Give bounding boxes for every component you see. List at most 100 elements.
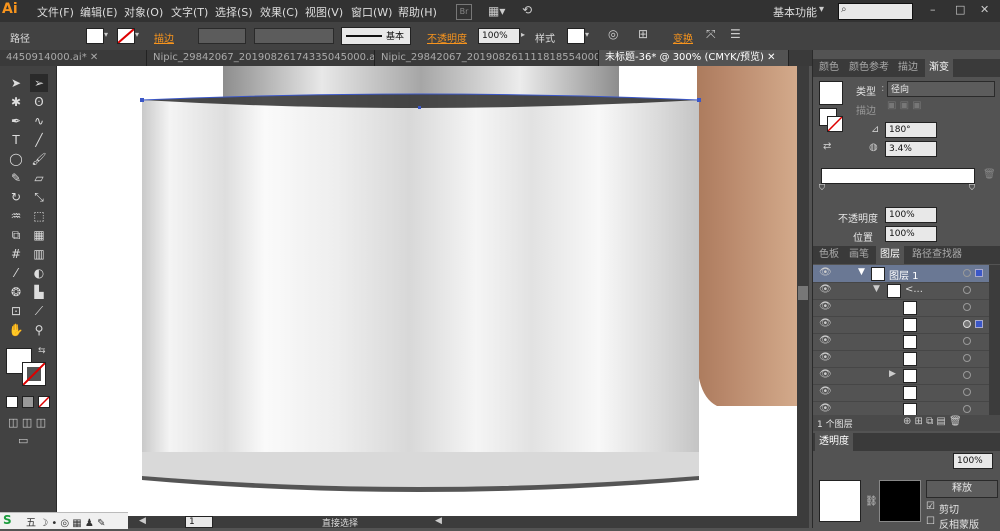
pencil-icon[interactable]: ✎ [7,169,25,187]
layer-selection-indicator[interactable] [975,269,983,277]
gradient-tool-icon[interactable]: ▥ [30,245,48,263]
eraser-icon[interactable]: ▱ [30,169,48,187]
invert-mask-checkbox[interactable]: ☐ [926,516,935,527]
gradient-slider[interactable] [821,168,975,184]
gradient-stop-right[interactable]: ⛉ [969,183,975,193]
type-tool-icon[interactable]: T [7,131,25,149]
menu-view[interactable]: 视图(V) [305,4,343,20]
line-tool-icon[interactable]: ╱ [30,131,48,149]
menu-type[interactable]: 文字(T) [171,4,208,20]
lasso-icon[interactable]: ʘ [30,93,48,111]
menu-window[interactable]: 窗口(W) [351,4,392,20]
zoom-tool-icon[interactable]: ⚲ [30,321,48,339]
graph-tool-icon[interactable]: ▙ [30,283,48,301]
vertical-scroll-thumb[interactable] [798,286,808,300]
tab-layers[interactable]: 图层 [876,246,904,264]
stop-location-input[interactable]: 100% [885,226,937,242]
tab-brushes[interactable]: 画笔 [845,246,873,264]
path-row[interactable]: 👁 [813,384,989,402]
anchor-point-right[interactable] [697,98,701,102]
path-row[interactable]: 👁 [813,299,989,317]
layers-scrollbar[interactable] [989,265,1000,415]
isolate-icon[interactable]: ⤧ [706,27,716,42]
ellipse-tool-icon[interactable]: ◯ [7,150,25,168]
selection-tool-icon[interactable]: ➤ [7,74,25,92]
path-target-circle[interactable] [963,405,971,413]
tab-stroke[interactable]: 描边 [894,59,922,77]
menu-select[interactable]: 选择(S) [215,4,253,20]
opacity-link[interactable]: 不透明度 [427,30,467,45]
stop-opacity-input[interactable]: 100% [885,207,937,223]
visibility-eye-icon[interactable]: 👁 [819,284,832,295]
mask-thumbnail[interactable] [879,480,921,522]
delete-stop-icon[interactable]: 🗑 [983,169,996,180]
tab-transparency[interactable]: 透明度 [815,433,853,451]
path-target-circle[interactable] [963,320,971,328]
anchor-point-center[interactable] [418,106,421,109]
artboard-canvas[interactable] [57,66,797,518]
ime-tools-icon[interactable]: 五 ☽ • ◎ ▦ ♟ ✎ [26,514,105,529]
ime-logo-icon[interactable]: S [3,513,12,527]
collapse-triangle-icon[interactable]: ▶ [889,369,896,379]
path-target-circle[interactable] [963,303,971,311]
tab-document-3[interactable]: Nipic_29842067_20190826111181855400​0.ai… [375,50,599,66]
selection-indicator[interactable] [975,320,983,328]
gradient-stop-left[interactable]: ⛉ [819,183,825,193]
free-transform-icon[interactable]: ⬚ [30,207,48,225]
visibility-eye-icon[interactable]: 👁 [819,386,832,397]
stroke-swatch[interactable] [117,28,135,44]
angle-input[interactable]: 180° [885,122,937,138]
menu-effect[interactable]: 效果(C) [260,4,298,20]
visibility-eye-icon[interactable]: 👁 [819,318,832,329]
opacity-dropdown-icon[interactable]: ▸ [521,30,525,39]
artboard-number-input[interactable]: 1 [185,516,213,528]
path-target-circle[interactable] [963,388,971,396]
path-row[interactable]: 👁 [813,333,989,351]
path-row-selected[interactable]: 👁 [813,316,989,334]
layer-row[interactable]: 👁 ▼ 图层 1 [813,265,989,283]
subgroup-row[interactable]: 👁 ▶ [813,367,989,385]
expand-triangle-icon[interactable]: ▼ [873,284,880,294]
aspect-ratio-input[interactable]: 3.4% [885,141,937,157]
warp-icon[interactable]: ♒ [7,207,25,225]
stroke-gradient-options[interactable]: ▣ ▣ ▣ [887,100,935,114]
gpu-icon[interactable]: ⟲ [522,3,532,17]
blend-tool-icon[interactable]: ◐ [30,264,48,282]
magic-wand-icon[interactable]: ✱ [7,93,25,111]
layer-actions-icon[interactable]: ⊕ ⊞ ⧉ ▤ 🗑 [903,416,962,427]
group-target-circle[interactable] [963,286,971,294]
opacity-input[interactable]: 100% [478,28,520,44]
slice-tool-icon[interactable]: ⟋ [30,302,48,320]
variable-width-dropdown[interactable] [254,28,334,44]
object-thumbnail[interactable] [819,480,861,522]
gradient-type-dropdown[interactable]: 径向 [887,81,995,97]
menu-file[interactable]: 文件(F) [37,4,74,20]
group-row[interactable]: 👁 ▼ <... [813,282,989,300]
hand-tool-icon[interactable]: ✋ [7,321,25,339]
scroll-left-icon[interactable]: ◀ [435,516,442,526]
workspace-switcher[interactable]: 基本功能 [773,4,817,20]
fill-swatch[interactable] [86,28,104,44]
tab-document-2[interactable]: Nipic_29842067_20190826174335045000.ai* … [147,50,375,66]
transparency-opacity-input[interactable]: 100% [953,453,993,469]
paintbrush-icon[interactable]: 🖌 [30,150,48,168]
gradient-stroke-box[interactable] [827,116,843,132]
tab-document-1[interactable]: 4450914000.ai* ✕ [0,50,147,66]
perspective-grid-icon[interactable]: ▦ [30,226,48,244]
tab-document-active[interactable]: 未标题-36* @ 300% (CMYK/预览) ✕ [599,50,789,66]
visibility-eye-icon[interactable]: 👁 [819,335,832,346]
align-icon[interactable]: ⊞ [638,27,648,41]
vertical-scrollbar[interactable] [797,66,809,518]
screen-mode-icon[interactable]: ▭ [18,434,28,447]
panel-menu-icon[interactable]: ☰ [730,27,741,41]
style-dropdown-icon[interactable]: ▾ [585,30,589,39]
visibility-eye-icon[interactable]: 👁 [819,267,832,278]
tab-gradient[interactable]: 渐变 [925,59,953,77]
stroke-weight-dropdown[interactable] [198,28,246,44]
release-button[interactable]: 释放 [926,480,998,498]
gradient-mode-icon[interactable] [22,396,34,408]
drawing-mode-icon[interactable]: ◫ ◫ ◫ [8,416,46,429]
reverse-gradient-icon[interactable]: ⇄ [823,141,831,152]
close-icon[interactable]: ✕ [980,3,989,16]
maximize-icon[interactable]: □ [955,3,965,16]
